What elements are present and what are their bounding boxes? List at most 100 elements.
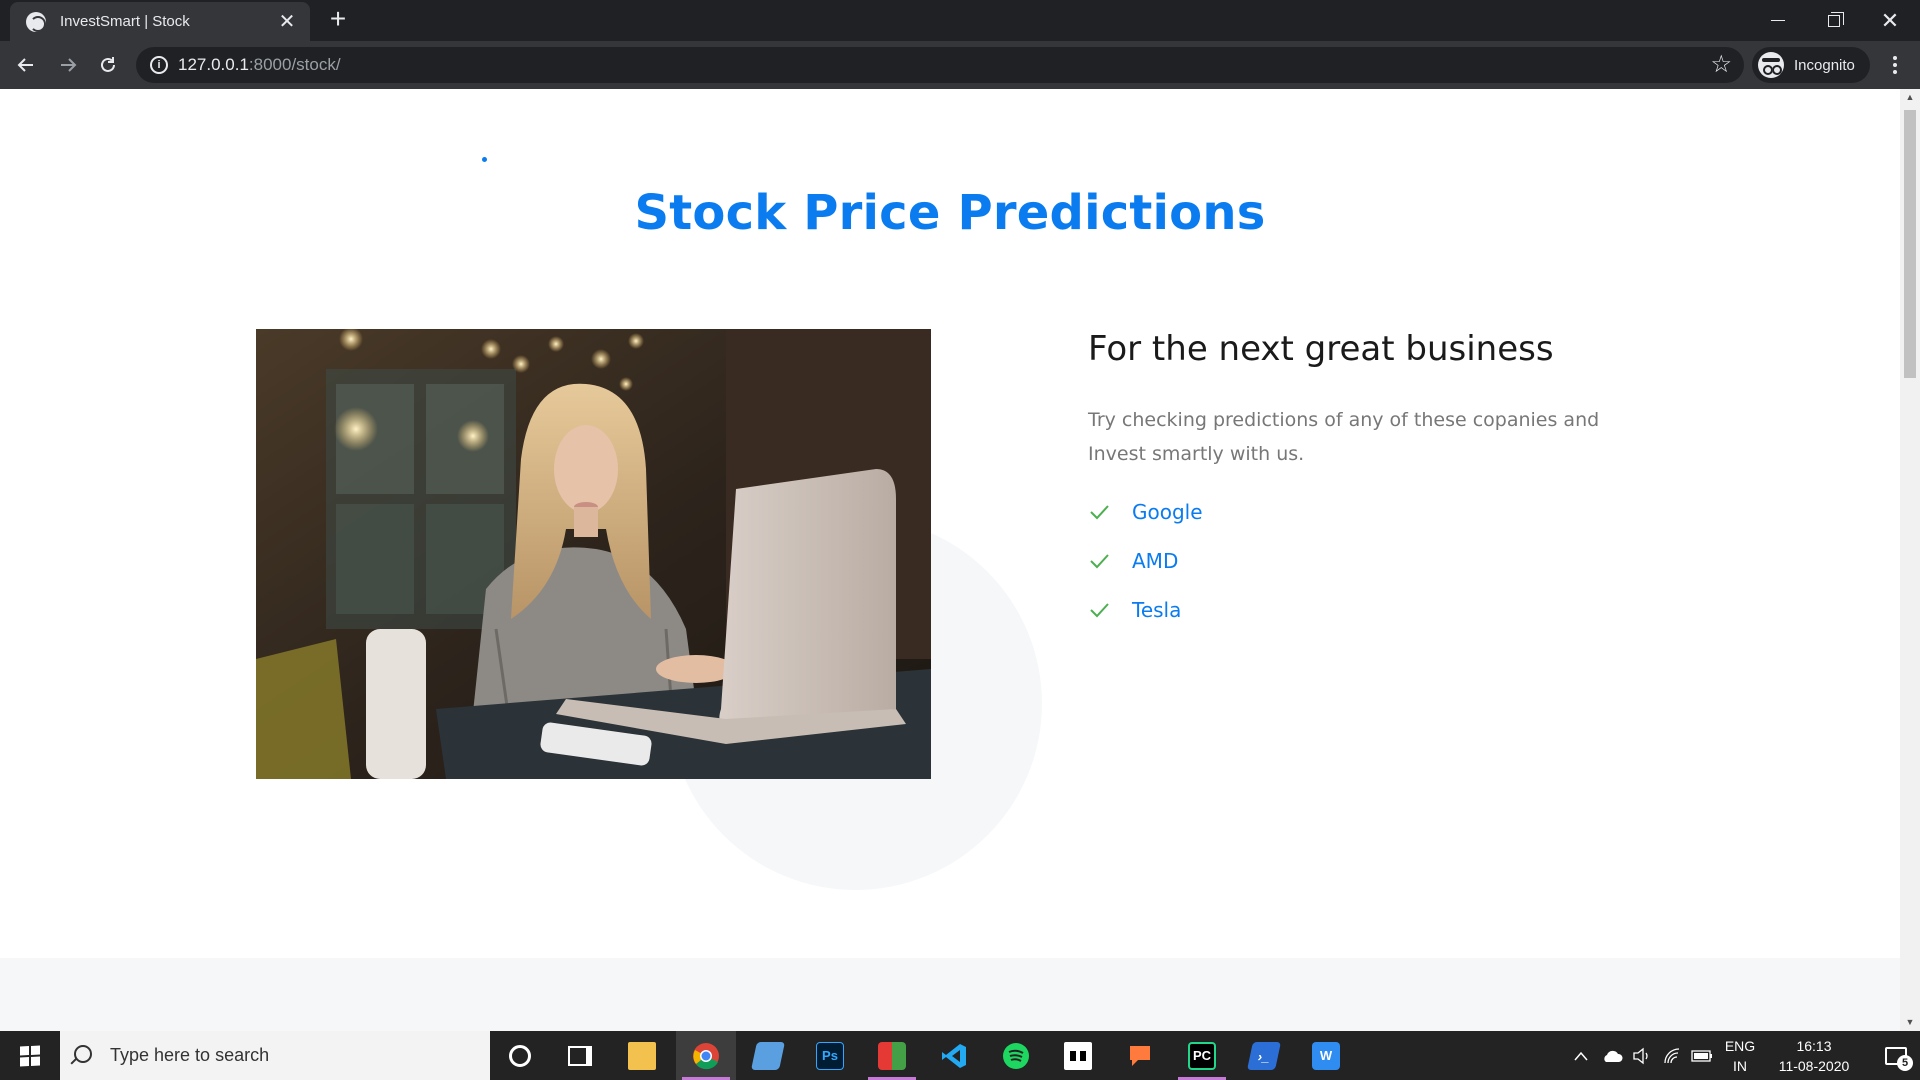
minimize-icon — [1771, 20, 1785, 21]
chrome-icon — [693, 1042, 719, 1069]
restore-icon — [1828, 11, 1844, 27]
scroll-up-arrow-icon[interactable]: ▲ — [1900, 89, 1920, 106]
wifi-icon — [1664, 1047, 1680, 1063]
clock[interactable]: 16:13 11-08-2020 — [1766, 1031, 1862, 1080]
company-link-tesla[interactable]: Tesla — [1132, 598, 1181, 622]
globe-icon — [26, 11, 46, 32]
reload-button[interactable] — [92, 49, 124, 81]
clock-date: 11-08-2020 — [1778, 1057, 1850, 1074]
task-view-button[interactable] — [550, 1031, 610, 1080]
woman-with-laptop-photo — [256, 329, 931, 779]
section-heading: For the next great business — [1088, 329, 1554, 369]
close-window-button[interactable]: ✕ — [1862, 0, 1918, 41]
speaker-icon — [1633, 1047, 1648, 1064]
new-tab-button[interactable]: + — [324, 5, 352, 34]
check-icon — [1090, 504, 1109, 519]
hero-image — [256, 329, 931, 779]
back-button[interactable] — [10, 49, 42, 81]
taskbar-app-powershell[interactable]: ›_ — [1234, 1031, 1294, 1080]
loader-dot — [482, 157, 487, 162]
file-explorer-icon — [628, 1041, 656, 1070]
address-bar[interactable]: i 127.0.0.1:8000/stock/ ☆ — [136, 47, 1744, 83]
minimize-button[interactable] — [1750, 0, 1806, 41]
scroll-down-arrow-icon[interactable]: ▼ — [1900, 1014, 1920, 1031]
search-icon — [74, 1044, 92, 1063]
show-hidden-icons-button[interactable] — [1566, 1031, 1596, 1080]
app-icon — [1064, 1041, 1092, 1070]
start-button[interactable] — [0, 1031, 60, 1080]
incognito-icon — [1758, 52, 1784, 78]
language-indicator[interactable]: ENG IN — [1718, 1031, 1762, 1080]
arrow-right-icon — [61, 58, 77, 72]
cloud-icon — [1604, 1050, 1623, 1062]
restore-button[interactable] — [1806, 0, 1862, 41]
scrollbar-thumb[interactable] — [1904, 110, 1916, 378]
taskbar-app-photoshop[interactable]: Ps — [800, 1031, 860, 1080]
taskbar-app-chrome[interactable] — [676, 1031, 736, 1080]
taskbar-app-file-explorer[interactable] — [612, 1031, 672, 1080]
taskbar-search-box[interactable]: Type here to search — [60, 1031, 490, 1080]
list-item: Google — [1088, 487, 1203, 536]
taskbar-app-wps-writer[interactable]: W — [1296, 1031, 1356, 1080]
list-item: AMD — [1088, 536, 1203, 585]
reload-icon — [101, 57, 115, 72]
taskbar-app[interactable] — [738, 1031, 798, 1080]
vscode-icon — [942, 1043, 966, 1068]
page-scrollbar[interactable]: ▲ ▼ — [1900, 89, 1920, 1031]
taskbar-app[interactable] — [1110, 1031, 1170, 1080]
page-viewport: Stock Price Predictions For the next gre… — [0, 89, 1900, 1031]
close-tab-icon[interactable]: ✕ — [276, 11, 298, 33]
photoshop-icon: Ps — [816, 1041, 844, 1070]
info-icon[interactable]: i — [150, 56, 168, 74]
bookmark-star-icon[interactable]: ☆ — [1710, 50, 1732, 80]
url-text[interactable]: 127.0.0.1:8000/stock/ — [178, 47, 341, 83]
onedrive-tray[interactable] — [1598, 1031, 1626, 1080]
close-icon: ✕ — [1880, 7, 1900, 33]
region-code: IN — [1733, 1057, 1747, 1074]
browser-toolbar: i 127.0.0.1:8000/stock/ ☆ Incognito — [0, 41, 1920, 89]
browser-tab[interactable]: InvestSmart | Stock ✕ — [10, 2, 310, 41]
incognito-badge[interactable]: Incognito — [1752, 47, 1870, 83]
list-item: Tesla — [1088, 585, 1203, 634]
notification-icon: 5 — [1885, 1046, 1913, 1071]
network-tray[interactable] — [1658, 1031, 1686, 1080]
page-title: Stock Price Predictions — [634, 185, 1266, 241]
spotify-icon — [1003, 1042, 1029, 1069]
next-section-band — [0, 958, 1900, 1031]
browser-menu-button[interactable] — [1880, 49, 1910, 81]
tab-title: InvestSmart | Stock — [60, 13, 190, 30]
company-list: Google AMD Tesla — [1088, 487, 1203, 634]
check-icon — [1090, 602, 1109, 617]
volume-tray[interactable] — [1628, 1031, 1656, 1080]
incognito-label: Incognito — [1794, 56, 1855, 74]
language-code: ENG — [1724, 1037, 1756, 1054]
clock-time: 16:13 — [1796, 1037, 1832, 1054]
check-icon — [1090, 553, 1109, 568]
search-placeholder: Type here to search — [110, 1045, 270, 1065]
windows-logo-icon — [20, 1044, 40, 1067]
action-center-button[interactable]: 5 — [1872, 1031, 1920, 1080]
taskbar-app-spotify[interactable] — [986, 1031, 1046, 1080]
company-link-amd[interactable]: AMD — [1132, 549, 1178, 573]
battery-tray[interactable] — [1688, 1031, 1716, 1080]
taskbar-app-vscode[interactable] — [924, 1031, 984, 1080]
taskbar-app[interactable] — [862, 1031, 922, 1080]
app-icon — [751, 1041, 785, 1070]
url-host: 127.0.0.1 — [178, 55, 249, 74]
battery-icon — [1691, 1049, 1712, 1062]
windows-taskbar: Type here to search Ps PC ›_ W ENG IN 16… — [0, 1031, 1920, 1080]
cortana-button[interactable] — [490, 1031, 550, 1080]
forward-button[interactable] — [52, 49, 84, 81]
task-view-icon — [568, 1045, 592, 1066]
section-description: Try checking predictions of any of these… — [1088, 409, 1600, 465]
pycharm-icon: PC — [1188, 1041, 1216, 1070]
app-icon — [1130, 1045, 1150, 1066]
arrow-left-icon — [17, 58, 33, 72]
taskbar-app-pycharm[interactable]: PC — [1172, 1031, 1232, 1080]
chevron-up-icon — [1574, 1051, 1588, 1060]
powershell-icon: ›_ — [1247, 1041, 1281, 1070]
url-path: :8000/stock/ — [248, 55, 341, 74]
company-link-google[interactable]: Google — [1132, 500, 1203, 524]
wps-writer-icon: W — [1312, 1041, 1340, 1070]
taskbar-app[interactable] — [1048, 1031, 1108, 1080]
